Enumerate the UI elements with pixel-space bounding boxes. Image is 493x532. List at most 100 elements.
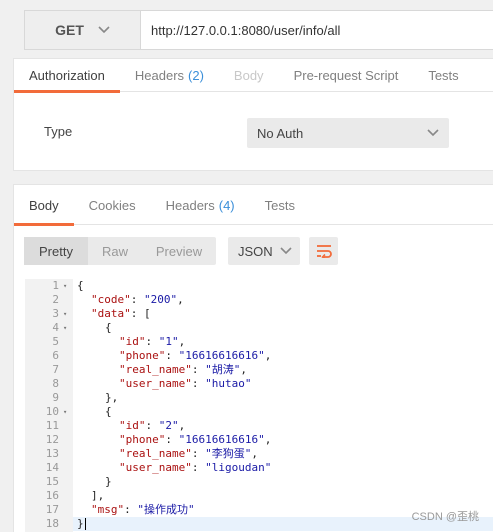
code-line: },	[73, 391, 493, 405]
json-value: "16616616616"	[178, 433, 265, 446]
tab-authorization[interactable]: Authorization	[14, 59, 120, 93]
line-number: 4	[52, 321, 59, 334]
code-line: "data": [	[73, 307, 493, 321]
wrap-lines-button[interactable]	[309, 237, 338, 265]
json-value: "胡涛"	[205, 363, 241, 376]
json-punctuation: :	[124, 503, 138, 516]
tab-label: Headers	[134, 68, 185, 83]
url-input[interactable]: http://127.0.0.1:8080/user/info/all	[141, 11, 493, 49]
line-number: 13	[45, 447, 59, 460]
tab-response-tests[interactable]: Tests	[250, 185, 310, 225]
line-number: 2	[52, 293, 59, 306]
pretty-button[interactable]: Pretty	[24, 237, 88, 265]
line-number: 16	[45, 489, 59, 502]
line-number: 15	[45, 475, 59, 488]
json-punctuation: :	[130, 293, 144, 306]
json-key: "code"	[91, 293, 131, 306]
json-key: "real_name"	[119, 363, 192, 376]
code-line: }	[73, 475, 493, 489]
json-punctuation: ,	[251, 447, 258, 460]
tab-body[interactable]: Body	[219, 59, 279, 92]
fold-arrow-icon[interactable]: ▾	[63, 405, 71, 419]
tab-tests[interactable]: Tests	[413, 59, 473, 92]
tab-pre-request-script[interactable]: Pre-request Script	[279, 59, 414, 92]
fold-arrow-icon[interactable]: ▾	[63, 279, 71, 293]
json-key: "id"	[119, 335, 146, 348]
method-label: GET	[55, 22, 84, 38]
line-number: 1	[52, 279, 59, 292]
line-number: 10	[45, 405, 59, 418]
line-number: 12	[45, 433, 59, 446]
json-punctuation: :	[191, 447, 206, 460]
line-number: 17	[45, 503, 59, 516]
tab-label: Tests	[428, 68, 459, 83]
tab-label: Cookies	[88, 197, 136, 213]
json-key: "real_name"	[119, 447, 192, 460]
watermark: CSDN @歪桃	[411, 511, 479, 523]
fold-arrow-icon[interactable]: ▾	[63, 307, 71, 321]
json-punctuation: ,	[264, 433, 272, 446]
json-key: "phone"	[119, 349, 166, 362]
json-punctuation: :	[145, 335, 159, 348]
tab-response-headers[interactable]: Headers (4)	[151, 185, 250, 225]
code-line: "phone": "16616616616",	[73, 349, 493, 363]
json-value: "李狗蛋"	[205, 447, 252, 460]
fold-arrow-icon[interactable]: ▾	[63, 321, 71, 335]
json-punctuation: :	[165, 349, 179, 362]
line-number: 11	[45, 419, 59, 432]
line-number: 7	[52, 363, 59, 376]
tab-label: Body	[233, 68, 264, 83]
json-value: "16616616616"	[178, 349, 265, 362]
json-punctuation: {	[105, 405, 112, 418]
chevron-down-icon	[98, 26, 110, 34]
request-tabs: Authorization Headers (2) Body Pre-reque…	[14, 59, 493, 93]
code-line: "real_name": "李狗蛋",	[73, 447, 493, 461]
tab-count: (4)	[218, 197, 235, 213]
preview-button[interactable]: Preview	[142, 237, 216, 265]
line-number: 6	[52, 349, 59, 362]
json-punctuation: ,	[178, 419, 186, 432]
auth-type-select[interactable]: No Auth	[247, 118, 449, 148]
auth-type-row: Type No Auth	[14, 92, 493, 172]
json-punctuation: {	[105, 321, 112, 334]
line-number: 8	[52, 377, 59, 390]
line-number: 14	[45, 461, 59, 474]
tab-response-body[interactable]: Body	[14, 185, 74, 226]
wrap-lines-icon	[316, 245, 332, 258]
raw-button[interactable]: Raw	[88, 237, 142, 265]
json-value: "200"	[144, 293, 178, 306]
line-number: 3	[52, 307, 59, 320]
json-punctuation: : [	[130, 307, 151, 320]
json-value: "操作成功"	[137, 503, 195, 516]
json-punctuation: :	[191, 377, 206, 390]
json-punctuation: },	[105, 391, 119, 404]
auth-type-value: No Auth	[257, 125, 304, 141]
code-line: {	[73, 321, 493, 335]
format-select[interactable]: JSON	[228, 237, 300, 265]
auth-type-label: Type	[44, 124, 73, 139]
code-line: "code": "200",	[73, 293, 493, 307]
text-cursor	[84, 518, 86, 530]
json-punctuation: ,	[177, 293, 184, 306]
json-punctuation: :	[145, 419, 159, 432]
code-line: {	[73, 279, 493, 293]
json-key: "user_name"	[119, 377, 192, 390]
format-value: JSON	[238, 243, 273, 259]
json-punctuation: {	[77, 279, 84, 292]
tab-label: Headers	[165, 197, 215, 213]
code-line: "user_name": "hutao"	[73, 377, 493, 391]
code-line: ],	[73, 489, 493, 503]
json-punctuation: }	[105, 475, 112, 488]
code-line: "id": "2",	[73, 419, 493, 433]
response-code-editor[interactable]: 1 ▾ 2 3 ▾ 4 ▾ 5 6 7 8 9 10 ▾ 11 12 13 14 15 16 17 18 {"code":…	[25, 279, 493, 532]
tab-headers[interactable]: Headers (2)	[120, 59, 219, 92]
code-line: "phone": "16616616616",	[73, 433, 493, 447]
json-punctuation: ,	[240, 363, 247, 376]
line-number: 9	[52, 391, 59, 404]
method-select[interactable]: GET	[25, 11, 141, 49]
request-panel: Authorization Headers (2) Body Pre-reque…	[13, 58, 493, 171]
json-key: "data"	[91, 307, 131, 320]
code-line: "real_name": "胡涛",	[73, 363, 493, 377]
tab-cookies[interactable]: Cookies	[74, 185, 151, 225]
tab-count: (2)	[188, 68, 204, 83]
